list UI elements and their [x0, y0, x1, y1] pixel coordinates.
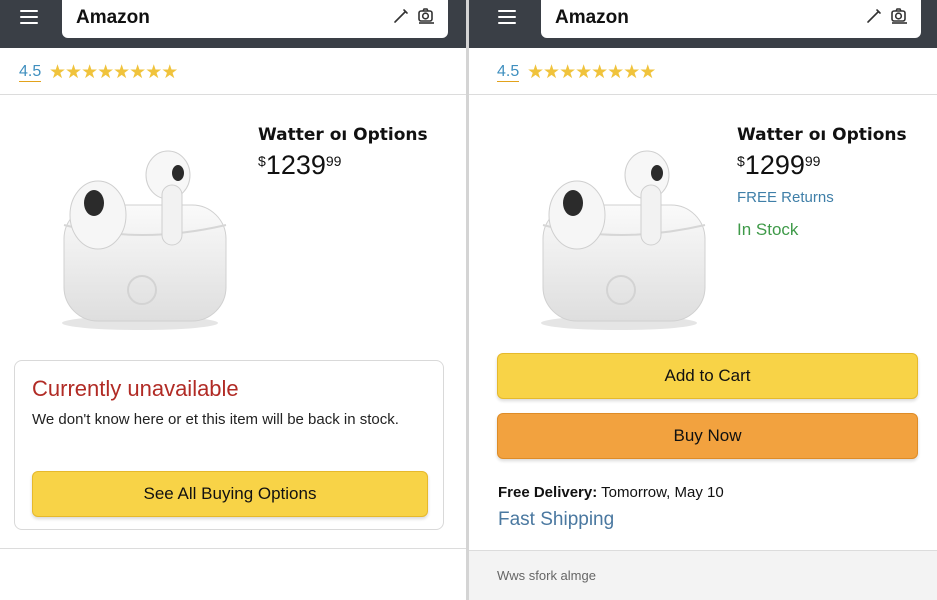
search-bar[interactable]: Amazon	[541, 0, 921, 38]
unavailable-box: Currently unavailable We don't know here…	[14, 360, 444, 530]
product-price: $129999	[737, 150, 820, 181]
brand-name: Amazon	[76, 7, 150, 28]
edit-pen-icon[interactable]	[865, 7, 883, 25]
buy-now-label: Buy Now	[673, 426, 742, 445]
product-image[interactable]	[529, 115, 709, 335]
free-returns-link[interactable]: FREE Returns	[737, 189, 834, 206]
see-all-buying-options-label: See All Buying Options	[143, 484, 317, 503]
top-bar: Amazon	[0, 0, 466, 48]
menu-icon[interactable]	[498, 10, 516, 24]
price-whole: 1299	[744, 150, 805, 180]
price-cents: 99	[804, 153, 821, 169]
unavailable-title: Currently unavailable	[32, 376, 239, 401]
rating-row: 4.5 ★★★★★★★★	[469, 48, 937, 95]
price-currency: $	[737, 153, 745, 169]
right-product-page: Amazon 4.5 ★★★★★★★★ Watter oı Options $1…	[469, 0, 937, 600]
star-icon: ★★★★★★★★	[49, 61, 178, 83]
menu-icon[interactable]	[20, 10, 38, 24]
delivery-label: Free Delivery:	[498, 484, 598, 501]
fast-shipping-link[interactable]: Fast Shipping	[498, 509, 614, 531]
price-cents: 99	[325, 153, 342, 169]
footer-strip: Wws sfork almge	[469, 550, 937, 600]
product-image[interactable]	[50, 115, 230, 335]
camera-search-icon[interactable]	[889, 6, 909, 26]
star-icon: ★★★★★★★★	[527, 61, 656, 83]
brand-name: Amazon	[555, 7, 629, 28]
rating-value[interactable]: 4.5	[497, 63, 520, 82]
footer-text: Wws sfork almge	[497, 568, 596, 583]
delivery-info: Free Delivery: Tomorrow, May 10	[498, 484, 724, 501]
product-title[interactable]: Watter oı Options	[258, 125, 428, 145]
in-stock-status: In Stock	[737, 220, 799, 239]
comparison-screen: Amazon 4.5 ★★★★★★★★ Watter oı Options $1…	[0, 0, 937, 600]
rating-row: 4.5 ★★★★★★★★	[0, 48, 466, 95]
top-bar: Amazon	[469, 0, 937, 48]
product-price: $123999	[258, 150, 341, 181]
add-to-cart-button[interactable]: Add to Cart	[497, 353, 918, 399]
camera-search-icon[interactable]	[416, 6, 436, 26]
add-to-cart-label: Add to Cart	[664, 366, 751, 385]
product-summary: Watter oı Options $123999	[0, 95, 466, 355]
product-title[interactable]: Watter oı Options	[737, 125, 907, 145]
buy-now-button[interactable]: Buy Now	[497, 413, 918, 459]
delivery-date: Tomorrow, May 10	[601, 484, 724, 501]
search-bar[interactable]: Amazon	[62, 0, 448, 38]
price-currency: $	[258, 153, 266, 169]
rating-value[interactable]: 4.5	[19, 63, 42, 82]
divider-line	[0, 548, 466, 549]
price-whole: 1239	[265, 150, 326, 180]
see-all-buying-options-button[interactable]: See All Buying Options	[32, 471, 428, 517]
left-product-page: Amazon 4.5 ★★★★★★★★ Watter oı Options $1…	[0, 0, 466, 600]
product-summary: Watter oı Options $129999 FREE Returns I…	[469, 95, 937, 355]
edit-pen-icon[interactable]	[392, 7, 410, 25]
unavailable-message: We don't know here or et this item will …	[32, 411, 399, 428]
